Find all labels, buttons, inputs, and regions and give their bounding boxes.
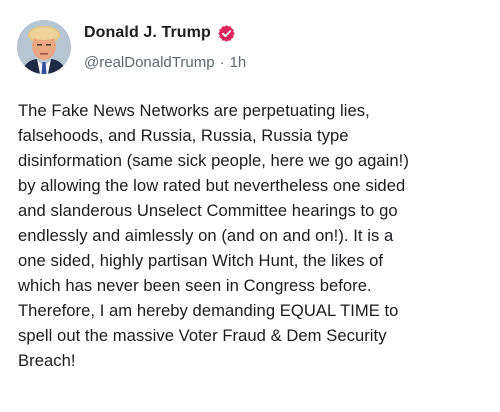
avatar-portrait-image [17, 20, 71, 74]
post-text: The Fake News Networks are perpetuating … [18, 101, 409, 370]
author-name-row: Donald J. Trump [84, 22, 236, 44]
author-display-name[interactable]: Donald J. Trump [84, 24, 211, 42]
meta-separator: · [219, 53, 225, 71]
author-avatar[interactable] [17, 20, 71, 74]
author-meta-row: @realDonaldTrump · 1h [84, 52, 246, 72]
post-card: Donald J. Trump @realDonaldTrump · 1h Th… [0, 0, 500, 412]
author-handle[interactable]: @realDonaldTrump [84, 54, 215, 71]
post-timestamp[interactable]: 1h [230, 54, 247, 71]
verified-badge-icon [217, 24, 236, 43]
